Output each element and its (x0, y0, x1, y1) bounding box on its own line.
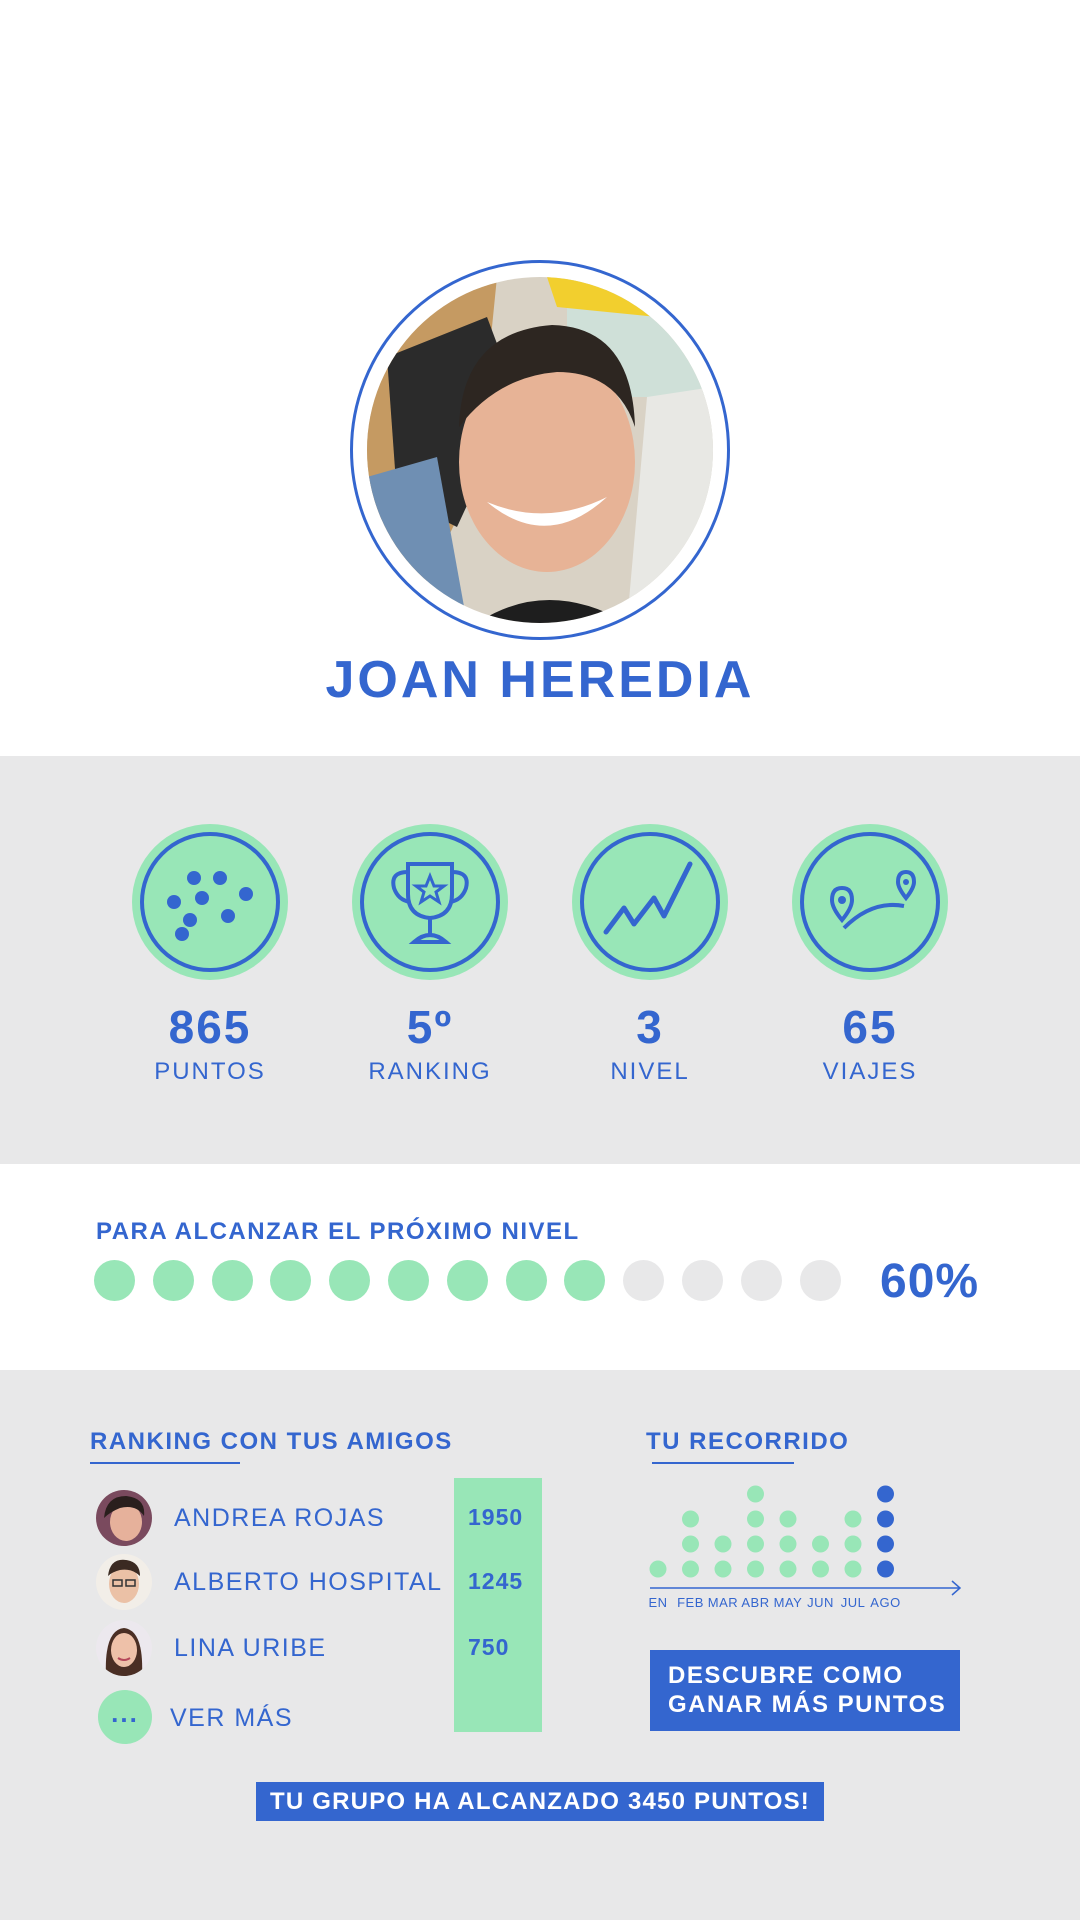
friend-row[interactable]: ANDREA ROJAS 1950 (96, 1490, 556, 1546)
journey-dot-feb (682, 1510, 699, 1528)
see-more-label: VER MÁS (170, 1704, 294, 1732)
month-label: ABR (741, 1595, 769, 1610)
stat-value: 3 (636, 1001, 664, 1053)
discover-button-line1: DESCUBRE COMO (668, 1662, 904, 1689)
progress-dot-empty (682, 1260, 723, 1301)
progress-dot-empty (623, 1260, 665, 1301)
stat-points[interactable]: 865 PUNTOS (100, 824, 320, 1084)
journey-dot-abr (747, 1510, 764, 1528)
friend-score: 1245 (468, 1568, 524, 1594)
see-more-button[interactable]: ... VER MÁS (96, 1690, 416, 1746)
journey-dot-jun (812, 1560, 829, 1578)
journey-title: TU RECORRIDO (646, 1428, 850, 1455)
progress-percent: 60% (880, 1255, 980, 1308)
profile-photo (367, 277, 713, 623)
journey-dot-abr (747, 1560, 764, 1578)
progress-dot-filled (505, 1260, 547, 1301)
profile-avatar[interactable] (350, 260, 730, 640)
progress-title: PARA ALCANZAR EL PRÓXIMO NIVEL (96, 1218, 580, 1245)
journey-dot-feb (682, 1535, 699, 1553)
friend-score: 1950 (468, 1504, 524, 1530)
timeline-arrow (650, 1580, 962, 1596)
stat-trips[interactable]: 65 VIAJES (760, 824, 980, 1084)
avatar (96, 1554, 152, 1610)
friend-name: LINA URIBE (174, 1634, 327, 1662)
trend-line-icon (572, 824, 728, 980)
stat-label: VIAJES (822, 1058, 918, 1085)
month-label: JUN (807, 1595, 834, 1610)
progress-dot-filled (564, 1260, 606, 1301)
journey-dot-mar (714, 1535, 732, 1553)
friend-name: ANDREA ROJAS (174, 1504, 386, 1532)
journey-dot-jun (812, 1535, 829, 1553)
month-label: AGO (870, 1595, 900, 1610)
journey-title-underline (652, 1462, 794, 1464)
journey-dot-feb (682, 1560, 699, 1578)
stat-ranking[interactable]: 5º RANKING (320, 824, 540, 1084)
discover-button-line2: GANAR MÁS PUNTOS (668, 1691, 947, 1718)
journey-dot-ago (877, 1560, 894, 1578)
journey-chart: EN FEB MAR ABR MAY JUN JUL AGO (648, 1485, 962, 1610)
friend-row[interactable]: LINA URIBE 750 (96, 1620, 556, 1676)
group-points-banner: TU GRUPO HA ALCANZADO 3450 PUNTOS! (256, 1782, 824, 1821)
progress-dot-empty (740, 1260, 782, 1301)
month-label: MAY (774, 1595, 803, 1610)
month-label: EN (648, 1595, 667, 1610)
avatar (96, 1620, 152, 1676)
journey-dot-may (779, 1535, 797, 1553)
journey-dot-jul (844, 1535, 862, 1553)
friend-score: 750 (468, 1634, 510, 1660)
profile-name: JOAN HEREDIA (325, 651, 755, 709)
more-dots-icon: ... (98, 1690, 152, 1744)
route-pins-icon (792, 824, 948, 980)
progress-dot-filled (94, 1260, 135, 1301)
discover-points-button[interactable]: DESCUBRE COMO GANAR MÁS PUNTOS (650, 1650, 960, 1731)
journey-dot-ago (877, 1485, 894, 1503)
journey-dot-ago (877, 1510, 894, 1528)
journey-dot-ago (877, 1535, 894, 1553)
stats-band: 865 PUNTOS 5º RANKING 3 NIVEL 65 VIAJES (0, 756, 1080, 1164)
progress-dot-filled (211, 1260, 253, 1301)
stat-label: RANKING (368, 1058, 492, 1085)
journey-dot-mar (714, 1560, 732, 1578)
stat-value: 65 (842, 1001, 898, 1053)
journey-dot-jul (844, 1510, 862, 1528)
avatar (96, 1490, 152, 1546)
progress-dot-filled (329, 1260, 371, 1301)
progress-dot-empty (799, 1260, 841, 1301)
journey-dot-abr (747, 1485, 764, 1503)
progress-dot-filled (270, 1260, 312, 1301)
journey-dot-may (779, 1510, 797, 1528)
month-label: JUL (841, 1595, 866, 1610)
month-label: FEB (677, 1595, 704, 1610)
progress-dot-filled (446, 1260, 488, 1301)
month-label: MAR (708, 1595, 738, 1610)
journey-dot-abr (747, 1535, 764, 1553)
stat-value: 865 (168, 1001, 252, 1053)
trophy-icon (352, 824, 508, 980)
stat-label: PUNTOS (154, 1058, 266, 1085)
friend-row[interactable]: ALBERTO HOSPITAL 1245 (96, 1554, 556, 1610)
dots-icon (132, 824, 288, 980)
stat-level[interactable]: 3 NIVEL (540, 824, 760, 1084)
stat-value: 5º (406, 1001, 454, 1053)
friend-name: ALBERTO HOSPITAL (174, 1568, 443, 1596)
progress-dot-filled (152, 1260, 194, 1301)
stat-label: NIVEL (610, 1058, 690, 1085)
friends-title-underline (90, 1462, 240, 1464)
journey-dot-jul (844, 1560, 862, 1578)
journey-dot-may (779, 1560, 797, 1578)
friends-ranking-title: RANKING CON TUS AMIGOS (90, 1428, 453, 1455)
progress-dot-filled (388, 1260, 429, 1301)
journey-dot-en (649, 1560, 667, 1578)
